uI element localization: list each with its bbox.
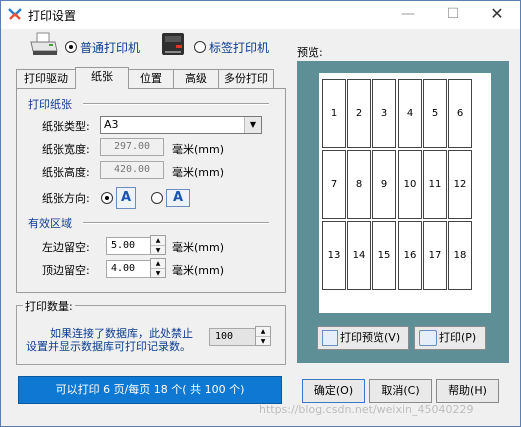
print-settings-window: 打印设置 — ☐ ✕ 普通打印机 标签打印机 打印驱动 纸张 位置 高级 多份打… bbox=[0, 0, 521, 427]
print-count-status: 可以打印 6 页/每页 18 个( 共 100 个) bbox=[18, 376, 282, 404]
top-margin-input[interactable]: 4.00 bbox=[106, 260, 154, 278]
tab-advanced[interactable]: 高级 bbox=[173, 69, 219, 88]
tab-print-driver[interactable]: 打印驱动 bbox=[16, 69, 76, 88]
magnifier-icon bbox=[322, 330, 338, 346]
area-section-label: 有效区域 bbox=[28, 217, 72, 230]
app-logo-icon bbox=[8, 8, 22, 20]
left-margin-unit: 毫米(mm) bbox=[172, 241, 225, 254]
paper-width-field: 297.00 bbox=[100, 138, 164, 156]
print-preview-button-label: 打印预览(V) bbox=[340, 331, 401, 344]
print-quantity-label: 打印数量: bbox=[23, 298, 75, 314]
print-button[interactable]: 打印(P) bbox=[414, 326, 486, 350]
help-button[interactable]: 帮助(H) bbox=[436, 379, 499, 403]
ok-button[interactable]: 确定(O) bbox=[302, 379, 365, 403]
portrait-orientation-icon[interactable]: A bbox=[116, 187, 136, 209]
printer-icon bbox=[419, 330, 437, 346]
top-margin-label: 顶边留空: bbox=[42, 264, 90, 277]
preview-label-cell: 9 bbox=[372, 150, 396, 219]
preview-label-cell: 2 bbox=[347, 79, 371, 148]
quantity-note-line2: 设置并显示数据库可打印记录数。 bbox=[26, 340, 191, 353]
preview-label-cell: 12 bbox=[448, 150, 472, 219]
preview-label-cell: 16 bbox=[398, 221, 422, 290]
top-margin-spinner[interactable]: ▲ ▼ bbox=[150, 258, 166, 278]
close-button[interactable]: ✕ bbox=[475, 1, 519, 29]
preview-label-cell: 6 bbox=[448, 79, 472, 148]
paper-width-unit: 毫米(mm) bbox=[172, 143, 225, 156]
preview-label-cell: 4 bbox=[398, 79, 422, 148]
preview-label-cell: 14 bbox=[347, 221, 371, 290]
label-printer-label[interactable]: 标签打印机 bbox=[209, 39, 269, 56]
title-bar: 打印设置 — ☐ ✕ bbox=[1, 1, 520, 29]
preview-label-cell: 17 bbox=[423, 221, 447, 290]
preview-label-cell: 3 bbox=[372, 79, 396, 148]
tab-multi-copies[interactable]: 多份打印 bbox=[218, 69, 274, 88]
preview-label-cell: 5 bbox=[423, 79, 447, 148]
chevron-down-icon[interactable]: ▼ bbox=[244, 117, 261, 133]
paper-width-label: 纸张宽度: bbox=[42, 143, 90, 156]
label-printer-icon bbox=[162, 33, 184, 55]
normal-printer-radio[interactable] bbox=[65, 41, 77, 53]
window-title: 打印设置 bbox=[28, 9, 77, 23]
preview-label-cell: 18 bbox=[448, 221, 472, 290]
maximize-button[interactable]: ☐ bbox=[431, 1, 475, 29]
paper-orientation-label: 纸张方向: bbox=[42, 192, 90, 205]
preview-label: 预览: bbox=[297, 46, 323, 59]
preview-label-cell: 15 bbox=[372, 221, 396, 290]
label-printer-radio[interactable] bbox=[194, 41, 206, 53]
paper-section-divider bbox=[83, 103, 269, 105]
area-section-divider bbox=[83, 222, 269, 224]
preview-label-cell: 1 bbox=[322, 79, 346, 148]
paper-height-field: 420.00 bbox=[100, 161, 164, 179]
paper-section-label: 打印纸张 bbox=[28, 98, 72, 111]
paper-type-label: 纸张类型: bbox=[42, 120, 90, 133]
orientation-portrait-radio[interactable] bbox=[101, 192, 113, 204]
quantity-input[interactable]: 100 bbox=[209, 328, 258, 346]
normal-printer-label[interactable]: 普通打印机 bbox=[80, 39, 140, 56]
preview-label-cell: 8 bbox=[347, 150, 371, 219]
normal-printer-icon bbox=[30, 32, 58, 55]
preview-label-cell: 11 bbox=[423, 150, 447, 219]
paper-type-value: A3 bbox=[104, 118, 119, 131]
minimize-button[interactable]: — bbox=[386, 1, 430, 29]
orientation-landscape-radio[interactable] bbox=[151, 192, 163, 204]
paper-height-unit: 毫米(mm) bbox=[172, 166, 225, 179]
preview-label-cell: 13 bbox=[322, 221, 346, 290]
preview-label-cell: 7 bbox=[322, 150, 346, 219]
quantity-spinner[interactable]: ▲ ▼ bbox=[255, 326, 271, 346]
paper-height-label: 纸张高度: bbox=[42, 166, 90, 179]
cancel-button[interactable]: 取消(C) bbox=[369, 379, 432, 403]
left-margin-input[interactable]: 5.00 bbox=[106, 237, 154, 255]
print-button-label: 打印(P) bbox=[439, 331, 477, 344]
tab-paper[interactable]: 纸张 bbox=[75, 67, 129, 89]
left-margin-label: 左边留空: bbox=[42, 241, 90, 254]
left-margin-spinner[interactable]: ▲ ▼ bbox=[150, 235, 166, 255]
watermark-text: https://blog.csdn.net/weixin_45040229 bbox=[259, 403, 474, 416]
preview-label-cell: 10 bbox=[398, 150, 422, 219]
paper-type-select[interactable]: A3 ▼ bbox=[100, 116, 262, 134]
landscape-orientation-icon[interactable]: A bbox=[166, 189, 190, 207]
tab-position[interactable]: 位置 bbox=[128, 69, 174, 88]
print-preview-button[interactable]: 打印预览(V) bbox=[317, 326, 409, 350]
top-margin-unit: 毫米(mm) bbox=[172, 264, 225, 277]
